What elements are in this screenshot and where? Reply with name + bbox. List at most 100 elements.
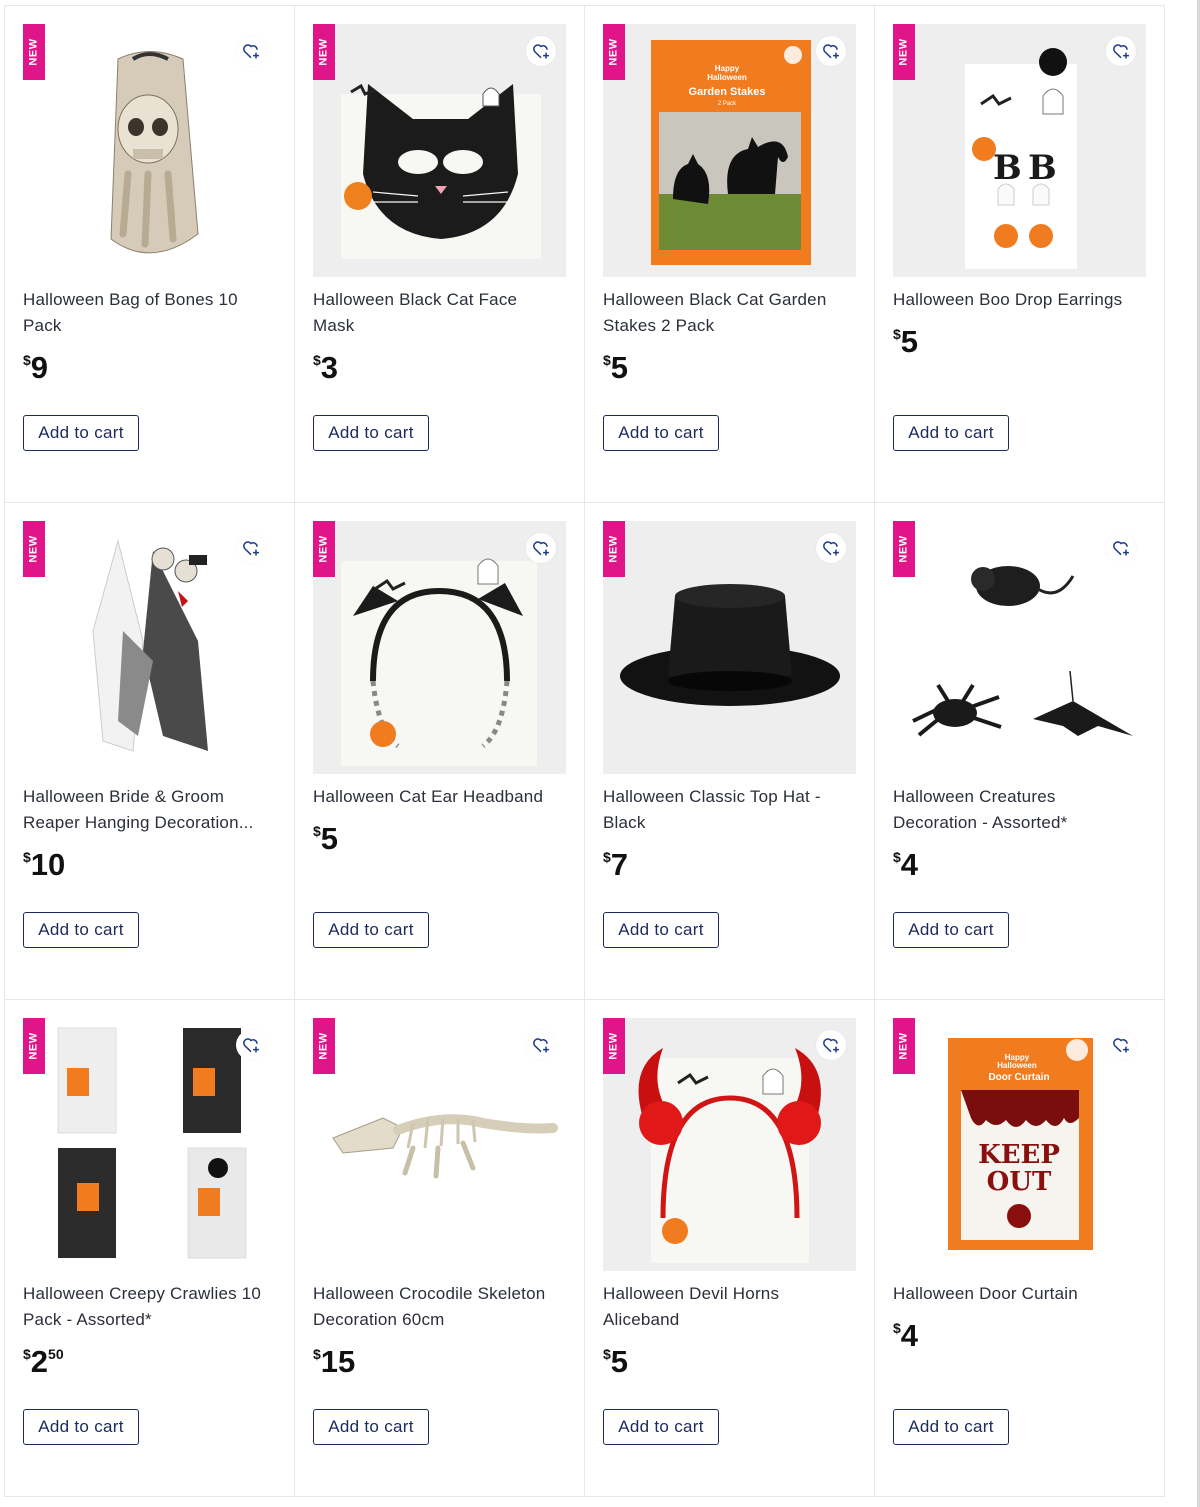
add-to-cart-button[interactable]: Add to cart bbox=[893, 415, 1009, 451]
product-image[interactable]: Happy Halloween Garden Stakes 2 Pack bbox=[603, 24, 856, 277]
crocodile-skeleton-image bbox=[313, 1018, 566, 1271]
product-title[interactable]: Halloween Bag of Bones 10 Pack bbox=[23, 287, 273, 339]
heart-plus-icon bbox=[533, 44, 549, 59]
product-card[interactable]: NEW Halloween Cat Ear Headband $5 Add to… bbox=[295, 503, 585, 1000]
product-image[interactable]: B B bbox=[893, 24, 1146, 277]
add-to-cart-button[interactable]: Add to cart bbox=[603, 1409, 719, 1445]
add-to-wishlist-button[interactable] bbox=[236, 533, 266, 563]
product-image[interactable] bbox=[313, 1018, 566, 1271]
product-card[interactable]: Happy Halloween Garden Stakes 2 Pack NEW… bbox=[585, 6, 875, 503]
add-to-cart-button[interactable]: Add to cart bbox=[893, 912, 1009, 948]
add-to-wishlist-button[interactable] bbox=[816, 1030, 846, 1060]
product-card[interactable]: NEW Halloween Black Cat Face Mask $3 Add… bbox=[295, 6, 585, 503]
new-badge: NEW bbox=[313, 1018, 335, 1074]
boo-earrings-image: B B bbox=[893, 24, 1146, 277]
heart-plus-icon bbox=[823, 44, 839, 59]
add-to-cart-button[interactable]: Add to cart bbox=[23, 1409, 139, 1445]
product-card[interactable]: NEW Halloween Devil Horns Aliceband $5 A… bbox=[585, 1000, 875, 1497]
product-price: $5 bbox=[603, 350, 629, 385]
product-price: $3 bbox=[313, 350, 339, 385]
add-to-wishlist-button[interactable] bbox=[816, 533, 846, 563]
add-to-cart-button[interactable]: Add to cart bbox=[313, 1409, 429, 1445]
add-to-wishlist-button[interactable] bbox=[1106, 1030, 1136, 1060]
new-badge: NEW bbox=[893, 521, 915, 577]
product-image[interactable] bbox=[23, 521, 276, 774]
product-card[interactable]: NEW Halloween Bride & Groom Reaper Hangi… bbox=[5, 503, 295, 1000]
product-image[interactable] bbox=[603, 1018, 856, 1271]
new-badge: NEW bbox=[23, 24, 45, 80]
product-price: $15 bbox=[313, 1344, 356, 1379]
heart-plus-icon bbox=[243, 44, 259, 59]
heart-plus-icon bbox=[243, 541, 259, 556]
product-card[interactable]: Happy Halloween Door Curtain KEEP OUT NE… bbox=[875, 1000, 1165, 1497]
product-title[interactable]: Halloween Classic Top Hat - Black bbox=[603, 784, 853, 836]
add-to-wishlist-button[interactable] bbox=[236, 1030, 266, 1060]
heart-plus-icon bbox=[533, 1038, 549, 1053]
add-to-cart-button[interactable]: Add to cart bbox=[23, 912, 139, 948]
add-to-cart-button[interactable]: Add to cart bbox=[603, 912, 719, 948]
heart-plus-icon bbox=[1113, 541, 1129, 556]
heart-plus-icon bbox=[823, 541, 839, 556]
product-title[interactable]: Halloween Creepy Crawlies 10 Pack - Asso… bbox=[23, 1281, 273, 1333]
product-title[interactable]: Halloween Door Curtain bbox=[893, 1281, 1143, 1307]
bag-of-bones-image bbox=[23, 24, 276, 277]
add-to-cart-button[interactable]: Add to cart bbox=[603, 415, 719, 451]
new-badge: NEW bbox=[313, 24, 335, 80]
product-price: $10 bbox=[23, 847, 66, 882]
new-badge: NEW bbox=[603, 1018, 625, 1074]
product-price: $4 bbox=[893, 847, 919, 882]
product-card[interactable]: B B NEW Halloween Boo Drop Earrings $5 A… bbox=[875, 6, 1165, 503]
add-to-wishlist-button[interactable] bbox=[526, 1030, 556, 1060]
product-image[interactable] bbox=[603, 521, 856, 774]
garden-stakes-image: Happy Halloween Garden Stakes 2 Pack bbox=[603, 24, 856, 277]
add-to-wishlist-button[interactable] bbox=[1106, 533, 1136, 563]
heart-plus-icon bbox=[823, 1038, 839, 1053]
product-card[interactable]: NEW Halloween Creatures Decoration - Ass… bbox=[875, 503, 1165, 1000]
product-price: $5 bbox=[893, 324, 919, 359]
new-badge: NEW bbox=[603, 521, 625, 577]
add-to-cart-button[interactable]: Add to cart bbox=[313, 415, 429, 451]
product-title[interactable]: Halloween Creatures Decoration - Assorte… bbox=[893, 784, 1143, 836]
product-image[interactable] bbox=[313, 521, 566, 774]
creatures-decoration-image bbox=[893, 521, 1146, 774]
product-card[interactable]: NEW Halloween Creepy Crawlies 10 Pack - … bbox=[5, 1000, 295, 1497]
add-to-wishlist-button[interactable] bbox=[526, 36, 556, 66]
product-price: $4 bbox=[893, 1318, 919, 1353]
product-image[interactable]: Happy Halloween Door Curtain KEEP OUT bbox=[893, 1018, 1146, 1271]
svg-text:Garden Stakes: Garden Stakes bbox=[688, 86, 765, 98]
product-title[interactable]: Halloween Boo Drop Earrings bbox=[893, 287, 1143, 313]
product-title[interactable]: Halloween Black Cat Face Mask bbox=[313, 287, 563, 339]
add-to-cart-button[interactable]: Add to cart bbox=[23, 415, 139, 451]
product-card[interactable]: NEW Halloween Crocodile Skeleton Decorat… bbox=[295, 1000, 585, 1497]
svg-text:Halloween: Halloween bbox=[707, 73, 747, 82]
product-card[interactable]: NEW Halloween Classic Top Hat - Black $7… bbox=[585, 503, 875, 1000]
product-card[interactable]: NEW Halloween Bag of Bones 10 Pack $9 Ad… bbox=[5, 6, 295, 503]
product-image[interactable] bbox=[23, 24, 276, 277]
svg-text:Happy: Happy bbox=[715, 64, 740, 73]
new-badge: NEW bbox=[313, 521, 335, 577]
product-image[interactable] bbox=[893, 521, 1146, 774]
svg-text:2 Pack: 2 Pack bbox=[718, 101, 737, 107]
add-to-cart-button[interactable]: Add to cart bbox=[313, 912, 429, 948]
product-image[interactable] bbox=[23, 1018, 276, 1271]
product-image[interactable] bbox=[313, 24, 566, 277]
add-to-wishlist-button[interactable] bbox=[526, 533, 556, 563]
product-title[interactable]: Halloween Crocodile Skeleton Decoration … bbox=[313, 1281, 563, 1333]
devil-horns-image bbox=[603, 1018, 856, 1271]
add-to-cart-button[interactable]: Add to cart bbox=[893, 1409, 1009, 1445]
cat-mask-image bbox=[313, 24, 566, 277]
product-title[interactable]: Halloween Black Cat Garden Stakes 2 Pack bbox=[603, 287, 853, 339]
svg-text:B: B bbox=[1028, 148, 1057, 188]
product-title[interactable]: Halloween Cat Ear Headband bbox=[313, 784, 563, 810]
add-to-wishlist-button[interactable] bbox=[236, 36, 266, 66]
new-badge: NEW bbox=[603, 24, 625, 80]
product-price: $5 bbox=[603, 1344, 629, 1379]
product-grid: NEW Halloween Bag of Bones 10 Pack $9 Ad… bbox=[4, 5, 1165, 1497]
add-to-wishlist-button[interactable] bbox=[1106, 36, 1136, 66]
product-title[interactable]: Halloween Devil Horns Aliceband bbox=[603, 1281, 853, 1333]
reaper-decoration-image bbox=[23, 521, 276, 774]
product-title[interactable]: Halloween Bride & Groom Reaper Hanging D… bbox=[23, 784, 273, 836]
svg-text:Halloween: Halloween bbox=[997, 1061, 1037, 1070]
svg-text:Door Curtain: Door Curtain bbox=[988, 1072, 1049, 1083]
add-to-wishlist-button[interactable] bbox=[816, 36, 846, 66]
